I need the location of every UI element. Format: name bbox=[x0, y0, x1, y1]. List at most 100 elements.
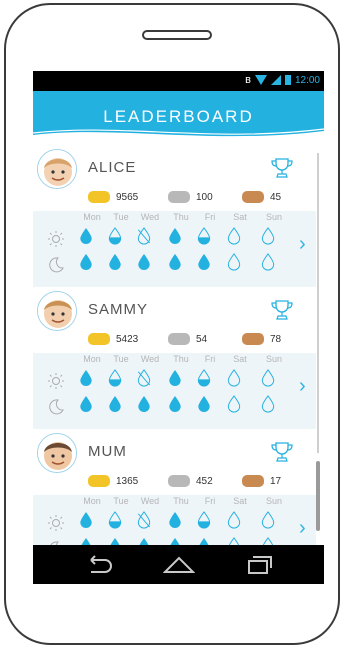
trophy-icon[interactable] bbox=[271, 157, 293, 179]
water-drop-icon[interactable] bbox=[79, 395, 93, 413]
day-label: Thu bbox=[173, 212, 189, 222]
water-drop-icon[interactable] bbox=[137, 395, 151, 413]
water-drop-icon[interactable] bbox=[197, 227, 211, 245]
avatar[interactable] bbox=[37, 291, 77, 331]
gold-count: 9565 bbox=[116, 191, 139, 203]
back-icon[interactable] bbox=[85, 554, 113, 574]
day-label: Sun bbox=[265, 212, 282, 222]
bluetooth-icon: ʙ bbox=[245, 74, 251, 86]
status-bar: ʙ 12:00 bbox=[33, 71, 324, 91]
water-drop-icon[interactable] bbox=[261, 227, 275, 245]
week-tracker: Mon Tue Wed Thu Fri Sat Sun › bbox=[33, 495, 316, 545]
water-drop-icon[interactable] bbox=[108, 227, 122, 245]
water-drop-icon[interactable] bbox=[108, 369, 122, 387]
water-drop-icon[interactable] bbox=[79, 537, 93, 545]
gold-coins-icon bbox=[88, 475, 110, 487]
water-drop-icon[interactable] bbox=[261, 537, 275, 545]
day-label: Thu bbox=[173, 354, 189, 364]
avatar[interactable] bbox=[37, 433, 77, 473]
water-drop-icon[interactable] bbox=[137, 537, 151, 545]
app-header: LEADERBOARD bbox=[33, 91, 324, 147]
water-drop-icon[interactable] bbox=[137, 227, 151, 245]
signal-icon bbox=[270, 75, 281, 85]
water-drop-icon[interactable] bbox=[79, 511, 93, 529]
day-label: Mon bbox=[83, 212, 101, 222]
day-labels: Mon Tue Wed Thu Fri Sat Sun bbox=[33, 212, 316, 224]
water-drop-icon[interactable] bbox=[168, 537, 182, 545]
water-drop-icon[interactable] bbox=[227, 511, 241, 529]
day-label: Sat bbox=[233, 354, 247, 364]
water-drop-icon[interactable] bbox=[137, 511, 151, 529]
water-drop-icon[interactable] bbox=[227, 369, 241, 387]
coin-counts: 5423 54 78 bbox=[88, 333, 318, 351]
water-drop-icon[interactable] bbox=[227, 395, 241, 413]
water-drop-icon[interactable] bbox=[197, 253, 211, 271]
player-card[interactable]: MUM 1365 452 17 Mon Tue Wed Thu Fri Sat Sun bbox=[33, 433, 316, 545]
day-labels: Mon Tue Wed Thu Fri Sat Sun bbox=[33, 354, 316, 366]
day-drops-row bbox=[33, 511, 316, 533]
wifi-icon bbox=[254, 75, 267, 85]
coin-counts: 9565 100 45 bbox=[88, 191, 318, 209]
water-drop-icon[interactable] bbox=[168, 395, 182, 413]
day-label: Tue bbox=[113, 212, 129, 222]
recents-icon[interactable] bbox=[247, 554, 273, 574]
silver-count: 100 bbox=[196, 191, 213, 203]
night-drops-row bbox=[33, 253, 316, 275]
water-drop-icon[interactable] bbox=[108, 537, 122, 545]
avatar[interactable] bbox=[37, 149, 77, 189]
bronze-count: 45 bbox=[270, 191, 282, 203]
water-drop-icon[interactable] bbox=[168, 227, 182, 245]
water-drop-icon[interactable] bbox=[168, 511, 182, 529]
scrollbar-thumb[interactable] bbox=[316, 461, 320, 531]
day-drops-row bbox=[33, 369, 316, 391]
home-icon[interactable] bbox=[163, 554, 195, 574]
day-label: Wed bbox=[140, 496, 160, 506]
water-drop-icon[interactable] bbox=[261, 395, 275, 413]
water-drop-icon[interactable] bbox=[261, 253, 275, 271]
water-drop-icon[interactable] bbox=[79, 253, 93, 271]
scrollbar-track bbox=[317, 153, 319, 453]
chevron-right-icon[interactable]: › bbox=[299, 517, 306, 540]
day-label: Sun bbox=[265, 496, 282, 506]
day-labels: Mon Tue Wed Thu Fri Sat Sun bbox=[33, 496, 316, 508]
phone-speaker bbox=[142, 30, 212, 40]
water-drop-icon[interactable] bbox=[197, 369, 211, 387]
water-drop-icon[interactable] bbox=[137, 369, 151, 387]
bronze-count: 78 bbox=[270, 333, 282, 345]
day-label: Thu bbox=[173, 496, 189, 506]
chevron-right-icon[interactable]: › bbox=[299, 375, 306, 398]
water-drop-icon[interactable] bbox=[261, 369, 275, 387]
water-drop-icon[interactable] bbox=[168, 253, 182, 271]
water-drop-icon[interactable] bbox=[227, 227, 241, 245]
player-name: MUM bbox=[88, 443, 127, 460]
water-drop-icon[interactable] bbox=[197, 511, 211, 529]
water-drop-icon[interactable] bbox=[261, 511, 275, 529]
player-name: ALICE bbox=[88, 159, 137, 176]
day-label: Fri bbox=[204, 496, 216, 506]
trophy-icon[interactable] bbox=[271, 299, 293, 321]
week-tracker: Mon Tue Wed Thu Fri Sat Sun › bbox=[33, 353, 316, 429]
chevron-right-icon[interactable]: › bbox=[299, 233, 306, 256]
water-drop-icon[interactable] bbox=[197, 537, 211, 545]
player-card[interactable]: ALICE 9565 100 45 Mon Tue Wed Thu Fri Sat Sun bbox=[33, 149, 316, 292]
water-drop-icon[interactable] bbox=[79, 369, 93, 387]
water-drop-icon[interactable] bbox=[108, 511, 122, 529]
day-label: Fri bbox=[204, 354, 216, 364]
leaderboard-list[interactable]: ALICE 9565 100 45 Mon Tue Wed Thu Fri Sat Sun bbox=[33, 147, 324, 545]
day-label: Sat bbox=[233, 212, 247, 222]
water-drop-icon[interactable] bbox=[137, 253, 151, 271]
battery-icon bbox=[284, 75, 291, 85]
water-drop-icon[interactable] bbox=[168, 369, 182, 387]
water-drop-icon[interactable] bbox=[108, 395, 122, 413]
water-drop-icon[interactable] bbox=[108, 253, 122, 271]
status-time: 12:00 bbox=[294, 74, 320, 86]
silver-coins-icon bbox=[168, 475, 190, 487]
night-drops-row bbox=[33, 395, 316, 417]
water-drop-icon[interactable] bbox=[79, 227, 93, 245]
week-tracker: Mon Tue Wed Thu Fri Sat Sun › bbox=[33, 211, 316, 287]
water-drop-icon[interactable] bbox=[227, 537, 241, 545]
water-drop-icon[interactable] bbox=[227, 253, 241, 271]
trophy-icon[interactable] bbox=[271, 441, 293, 463]
player-card[interactable]: SAMMY 5423 54 78 Mon Tue Wed Thu Fri Sat Sun bbox=[33, 291, 316, 434]
water-drop-icon[interactable] bbox=[197, 395, 211, 413]
